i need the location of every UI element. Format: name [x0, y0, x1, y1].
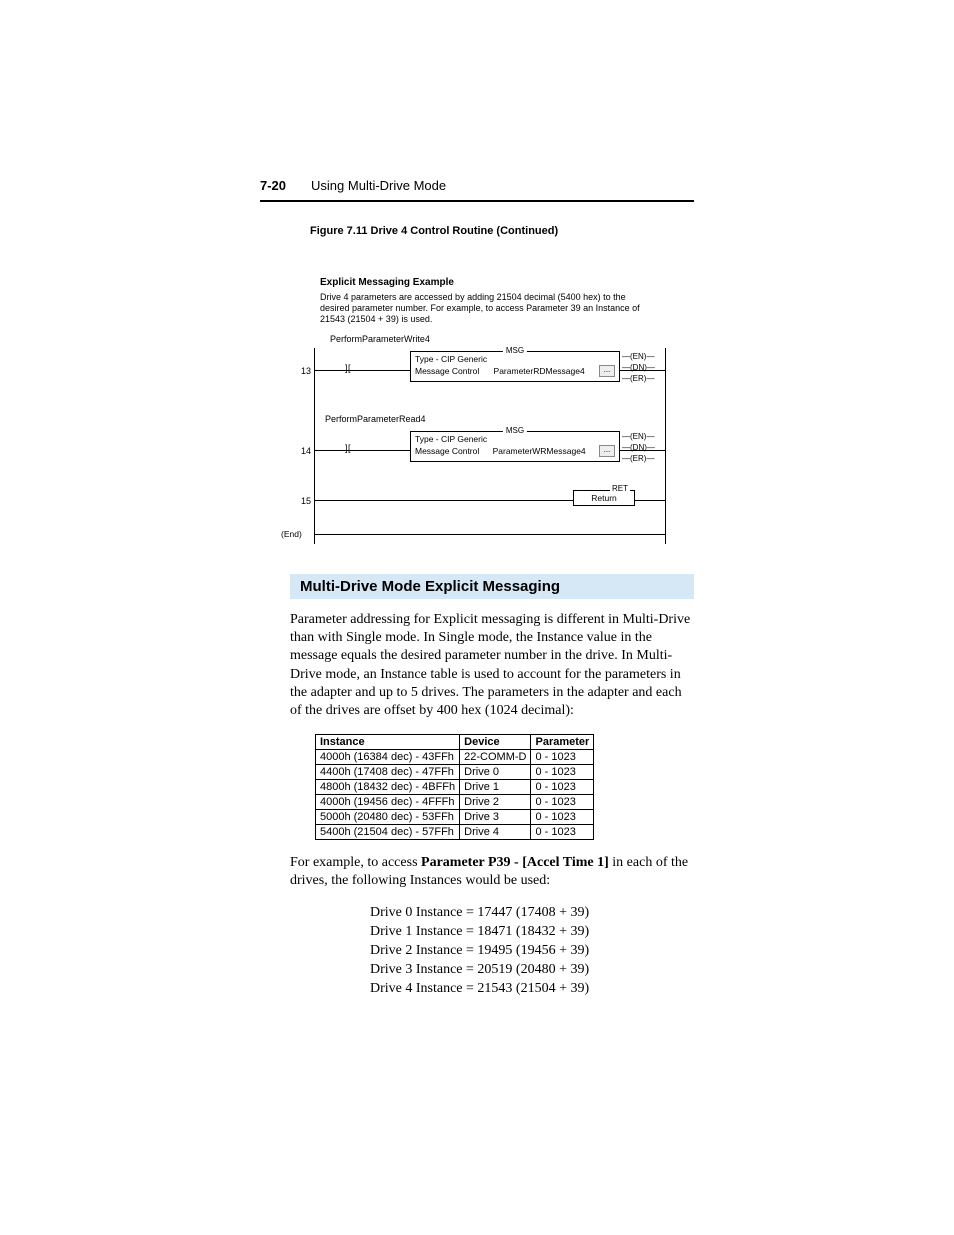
page-header: 7-20 Using Multi-Drive Mode	[260, 178, 694, 193]
msg-label: MSG	[503, 426, 527, 436]
msg-config-button[interactable]: ...	[599, 445, 615, 457]
pin-en: —(EN)—	[622, 351, 655, 362]
example-intro-pre: For example, to access	[290, 855, 421, 870]
return-instruction: RET Return	[573, 490, 635, 506]
xic-contact: ] [	[345, 363, 350, 374]
col-parameter: Parameter	[531, 735, 594, 750]
instance-line: Drive 0 Instance = 17447 (17408 + 39)	[370, 904, 694, 923]
example-desc: Drive 4 parameters are accessed by addin…	[320, 292, 640, 324]
instance-line: Drive 3 Instance = 20519 (20480 + 39)	[370, 961, 694, 980]
instance-line: Drive 1 Instance = 18471 (18432 + 39)	[370, 923, 694, 942]
ladder-rails: 13 ] [ MSG Type - CIP Generic Message Co…	[314, 348, 666, 544]
pin-er: —(ER)—	[622, 453, 655, 464]
msg-label: MSG	[503, 346, 527, 356]
example-intro-bold: Parameter P39 - [Accel Time 1]	[421, 855, 609, 870]
msg-block-wrap: MSG Type - CIP Generic Message Control P…	[410, 431, 655, 464]
page: 7-20 Using Multi-Drive Mode Figure 7.11 …	[0, 0, 954, 1235]
end-label: (End)	[281, 529, 302, 539]
rung-15: 15 RET Return	[315, 484, 665, 524]
rung-number: 15	[291, 496, 311, 507]
table-row: 4000h (19456 dec) - 4FFFh Drive 2 0 - 10…	[316, 795, 594, 810]
instance-line: Drive 2 Instance = 19495 (19456 + 39)	[370, 942, 694, 961]
content: Figure 7.11 Drive 4 Control Routine (Con…	[290, 220, 694, 999]
msg-block-wrap: MSG Type - CIP Generic Message Control P…	[410, 351, 655, 384]
pin-er: —(ER)—	[622, 373, 655, 384]
pin-dn: —(DN)—	[622, 442, 655, 453]
msg-pins: —(EN)— —(DN)— —(ER)—	[622, 431, 655, 464]
msg-line2: Message Control ParameterWRMessage4 ...	[415, 445, 615, 457]
example-intro: For example, to access Parameter P39 - […	[290, 854, 694, 890]
msg-instruction: MSG Type - CIP Generic Message Control P…	[410, 351, 620, 382]
rung-14: 14 ] [ MSG Type - CIP Generic Message Co…	[315, 428, 665, 484]
ret-text: Return	[591, 493, 617, 503]
table-row: 5000h (20480 dec) - 53FFh Drive 3 0 - 10…	[316, 810, 594, 825]
table-header-row: Instance Device Parameter	[316, 735, 594, 750]
msg-line2: Message Control ParameterRDMessage4 ...	[415, 365, 615, 377]
rung-number: 14	[291, 446, 311, 457]
pin-dn: —(DN)—	[622, 362, 655, 373]
rung-number: 13	[291, 366, 311, 377]
msg-ctrl-tag: ParameterRDMessage4	[494, 366, 585, 376]
section-heading: Multi-Drive Mode Explicit Messaging	[290, 574, 694, 599]
rung14-tag: PerformParameterRead4	[325, 414, 665, 425]
msg-config-button[interactable]: ...	[599, 365, 615, 377]
ladder-diagram: Explicit Messaging Example Drive 4 param…	[290, 277, 670, 544]
table-row: 4800h (18432 dec) - 4BFFh Drive 1 0 - 10…	[316, 780, 594, 795]
example-title: Explicit Messaging Example	[320, 277, 670, 289]
msg-instruction: MSG Type - CIP Generic Message Control P…	[410, 431, 620, 462]
instance-table: Instance Device Parameter 4000h (16384 d…	[315, 734, 594, 840]
figure-caption: Figure 7.11 Drive 4 Control Routine (Con…	[310, 225, 694, 237]
msg-ctrl-tag: ParameterWRMessage4	[493, 446, 586, 456]
ret-label: RET	[610, 484, 630, 494]
table-row: 4400h (17408 dec) - 47FFh Drive 0 0 - 10…	[316, 765, 594, 780]
instance-line: Drive 4 Instance = 21543 (21504 + 39)	[370, 980, 694, 999]
pin-en: —(EN)—	[622, 431, 655, 442]
rung-13: 13 ] [ MSG Type - CIP Generic Message Co…	[315, 348, 665, 404]
rung-end: (End)	[315, 524, 665, 544]
msg-ctrl-label: Message Control	[415, 366, 479, 376]
col-instance: Instance	[316, 735, 460, 750]
msg-ctrl-label: Message Control	[415, 446, 479, 456]
section-paragraph: Parameter addressing for Explicit messag…	[290, 611, 694, 720]
table-row: 5400h (21504 dec) - 57FFh Drive 4 0 - 10…	[316, 825, 594, 840]
rung13-tag: PerformParameterWrite4	[330, 334, 670, 345]
table-row: 4000h (16384 dec) - 43FFh 22-COMM-D 0 - …	[316, 750, 594, 765]
msg-pins: —(EN)— —(DN)— —(ER)—	[622, 351, 655, 384]
rung-wire	[315, 534, 665, 535]
header-rule	[260, 200, 694, 202]
page-number: 7-20	[260, 178, 286, 193]
instance-list: Drive 0 Instance = 17447 (17408 + 39) Dr…	[370, 904, 694, 998]
xic-contact: ] [	[345, 443, 350, 454]
page-header-title: Using Multi-Drive Mode	[311, 178, 446, 193]
col-device: Device	[460, 735, 531, 750]
